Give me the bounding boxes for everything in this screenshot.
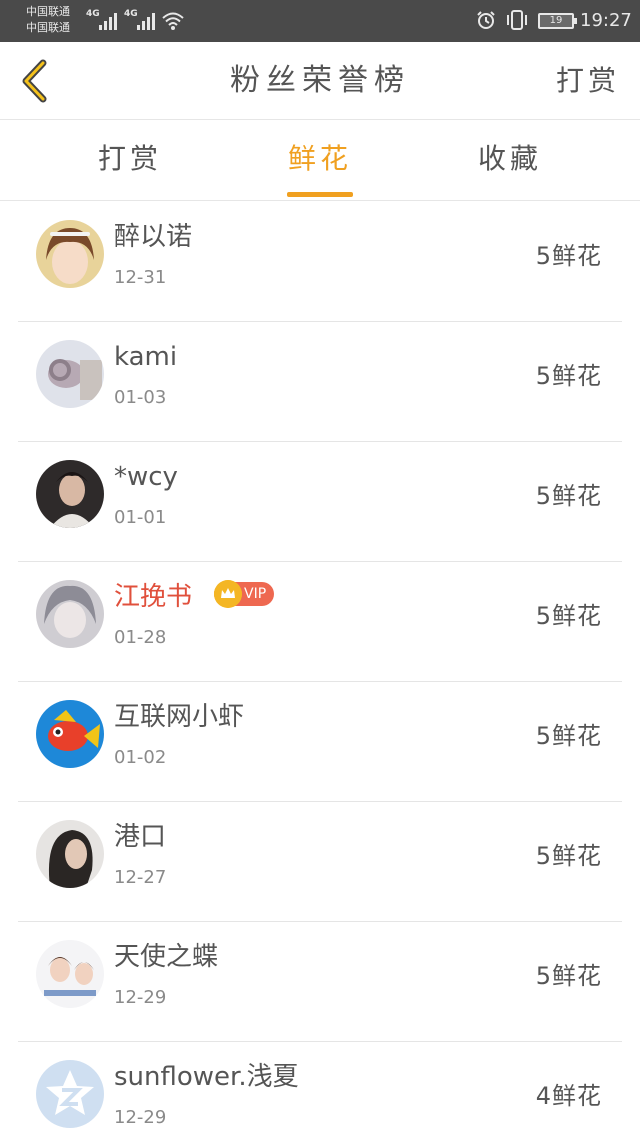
fan-date: 01-01: [114, 507, 167, 528]
status-time: 19:27: [580, 10, 632, 31]
flower-count: 5鲜花: [535, 602, 602, 630]
list-item[interactable]: 港口 12-27 5鲜花: [18, 802, 622, 922]
fan-date: 12-29: [114, 987, 167, 1008]
list-item[interactable]: *wcy 01-01 5鲜花: [18, 442, 622, 562]
header-bar: 粉丝荣誉榜 打赏: [0, 42, 640, 120]
flower-count: 5鲜花: [535, 242, 602, 270]
fan-name: 江挽书: [114, 582, 193, 612]
page-title: 粉丝荣誉榜: [230, 63, 410, 98]
fan-date: 12-29: [114, 1107, 167, 1128]
fan-name: 醉以诺: [114, 222, 193, 252]
fan-date: 12-27: [114, 867, 167, 888]
flower-count: 5鲜花: [535, 962, 602, 990]
flower-count: 5鲜花: [535, 362, 602, 390]
signal-icon: [137, 13, 155, 30]
avatar[interactable]: [36, 820, 104, 888]
tab-bar: 打赏 鲜花 收藏: [0, 121, 640, 201]
carrier-2: 中国联通: [26, 21, 70, 34]
avatar[interactable]: [36, 220, 104, 288]
status-bar: 中国联通 中国联通 4G 4G 19 19:27: [0, 0, 640, 42]
carrier-1: 中国联通: [26, 5, 70, 18]
avatar[interactable]: [36, 1060, 104, 1128]
avatar[interactable]: [36, 340, 104, 408]
list-item[interactable]: 醉以诺 12-31 5鲜花: [18, 202, 622, 322]
fan-name: sunflower.浅夏: [114, 1062, 299, 1092]
alarm-icon: [477, 11, 495, 29]
vip-badge: VIP: [214, 580, 275, 608]
vibrate-icon: [507, 10, 527, 30]
flower-count: 5鲜花: [535, 722, 602, 750]
signal-icon: [99, 13, 117, 30]
tab-flowers[interactable]: 鲜花: [270, 139, 370, 199]
crown-icon: [214, 580, 242, 608]
wifi-icon: [162, 12, 184, 30]
carrier-labels: 中国联通 中国联通: [26, 4, 70, 36]
flower-count: 5鲜花: [535, 842, 602, 870]
fan-date: 01-28: [114, 627, 167, 648]
flower-count: 4鲜花: [535, 1082, 602, 1110]
avatar[interactable]: [36, 940, 104, 1008]
list-item[interactable]: 江挽书 VIP 01-28 5鲜花: [18, 562, 622, 682]
avatar[interactable]: [36, 460, 104, 528]
fan-name: kami: [114, 342, 178, 372]
list-item[interactable]: sunflower.浅夏 12-29 4鲜花: [18, 1042, 622, 1138]
list-item[interactable]: 互联网小虾 01-02 5鲜花: [18, 682, 622, 802]
reward-button[interactable]: 打赏: [556, 64, 620, 98]
tab-favorites[interactable]: 收藏: [460, 139, 560, 199]
avatar[interactable]: [36, 580, 104, 648]
fan-date: 01-02: [114, 747, 167, 768]
list-item[interactable]: 天使之蝶 12-29 5鲜花: [18, 922, 622, 1042]
fan-date: 01-03: [114, 387, 167, 408]
list-item[interactable]: kami 01-03 5鲜花: [18, 322, 622, 442]
fan-name: 港口: [114, 822, 167, 852]
fan-date: 12-31: [114, 267, 167, 288]
flower-count: 5鲜花: [535, 482, 602, 510]
avatar[interactable]: [36, 700, 104, 768]
fan-name: 互联网小虾: [114, 702, 245, 732]
fan-name: *wcy: [114, 462, 178, 492]
tab-reward[interactable]: 打赏: [80, 139, 180, 199]
fan-name: 天使之蝶: [114, 942, 219, 972]
active-tab-indicator: [287, 192, 353, 197]
battery-icon: 19: [538, 13, 577, 29]
vip-label: VIP: [244, 586, 267, 602]
